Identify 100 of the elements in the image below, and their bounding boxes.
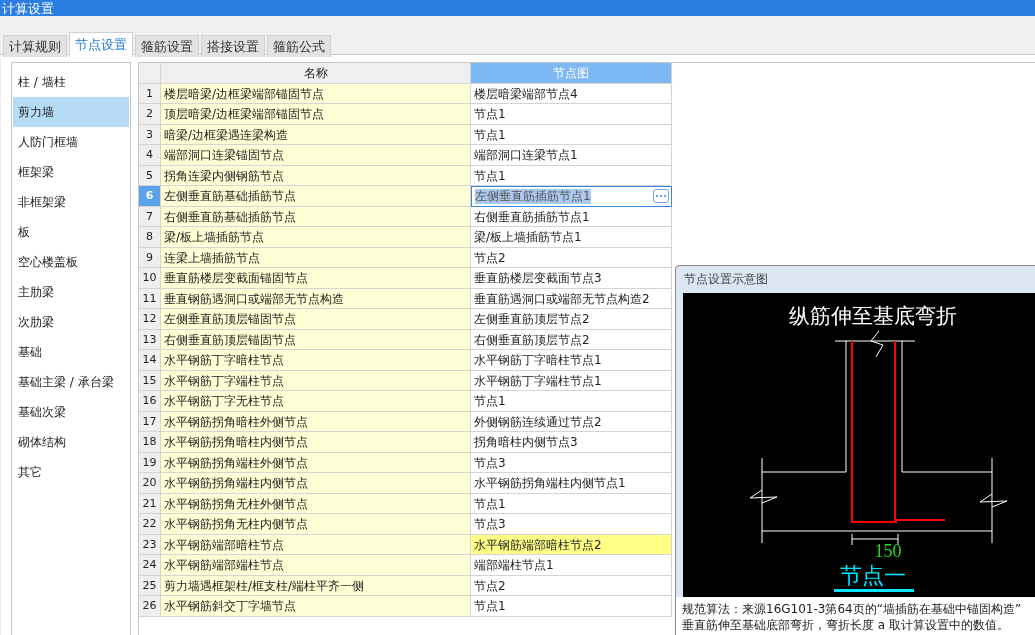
window-title: 计算设置: [2, 2, 54, 16]
tab[interactable]: 箍筋设置: [135, 35, 199, 57]
sidebar-item[interactable]: 人防门框墙: [13, 127, 129, 157]
table-cell[interactable]: 梁/板上墙插筋节点1: [471, 227, 672, 248]
row-number[interactable]: 11: [139, 288, 161, 309]
table-cell: 水平钢筋拐角端柱内侧节点: [161, 473, 471, 494]
row-number[interactable]: 19: [139, 452, 161, 473]
table-cell: 水平钢筋拐角无柱外侧节点: [161, 493, 471, 514]
node-select-field[interactable]: 左侧垂直筋插筋节点1: [471, 186, 672, 207]
table-cell[interactable]: 节点3: [471, 514, 672, 535]
dimension-label: 150: [874, 541, 902, 561]
row-number[interactable]: 7: [139, 206, 161, 227]
row-number[interactable]: 10: [139, 268, 161, 289]
sidebar-item[interactable]: 板: [13, 217, 129, 247]
row-number[interactable]: 18: [139, 432, 161, 453]
tab[interactable]: 搭接设置: [201, 35, 265, 57]
sidebar-item[interactable]: 其它: [13, 457, 129, 487]
tab[interactable]: 计算规则: [3, 35, 67, 57]
table-cell: 右侧垂直筋基础插筋节点: [161, 206, 471, 227]
more-icon[interactable]: [653, 189, 669, 204]
row-number[interactable]: 20: [139, 473, 161, 494]
table-cell[interactable]: 节点1: [471, 104, 672, 125]
table-cell[interactable]: 节点1: [471, 124, 672, 145]
table-cell: 左侧垂直筋顶层锚固节点: [161, 309, 471, 330]
table-cell[interactable]: 节点1: [471, 391, 672, 412]
sidebar-item[interactable]: 框架梁: [13, 157, 129, 187]
table-cell[interactable]: 右侧垂直筋插筋节点1: [471, 206, 672, 227]
row-number[interactable]: 9: [139, 247, 161, 268]
row-number[interactable]: 21: [139, 493, 161, 514]
table-cell: 端部洞口连梁锚固节点: [161, 145, 471, 166]
table-cell[interactable]: 节点2: [471, 247, 672, 268]
description-text: 规范算法：来源16G101-3第64页的“墙插筋在基础中锚固构造”: [682, 601, 1023, 617]
table-cell: 水平钢筋丁字无柱节点: [161, 391, 471, 412]
corner-cell: [139, 63, 161, 84]
table-cell: 剪力墙遇框架柱/框支柱/端柱平齐一侧: [161, 575, 471, 596]
row-number[interactable]: 14: [139, 350, 161, 371]
table-cell[interactable]: 节点1: [471, 493, 672, 514]
table-cell: 右侧垂直筋顶层锚固节点: [161, 329, 471, 350]
table-cell[interactable]: 左侧垂直筋顶层节点2: [471, 309, 672, 330]
table-cell: 水平钢筋拐角暗柱内侧节点: [161, 432, 471, 453]
row-number[interactable]: 1: [139, 83, 161, 104]
table-cell: 连梁上墙插筋节点: [161, 247, 471, 268]
table-cell[interactable]: 节点1: [471, 165, 672, 186]
tab[interactable]: 箍筋公式: [267, 35, 331, 57]
sidebar-item[interactable]: 基础: [13, 337, 129, 367]
sidebar-item[interactable]: 砌体结构: [13, 427, 129, 457]
table-cell[interactable]: 外侧钢筋连续通过节点2: [471, 411, 672, 432]
row-number[interactable]: 24: [139, 555, 161, 576]
row-number[interactable]: 23: [139, 534, 161, 555]
row-number[interactable]: 4: [139, 145, 161, 166]
tab[interactable]: 节点设置: [69, 32, 133, 57]
table-cell[interactable]: 节点3: [471, 452, 672, 473]
row-number[interactable]: 12: [139, 309, 161, 330]
row-number[interactable]: 2: [139, 104, 161, 125]
table-cell: 水平钢筋拐角暗柱外侧节点: [161, 411, 471, 432]
table-cell: 水平钢筋丁字暗柱节点: [161, 350, 471, 371]
table-cell[interactable]: 拐角暗柱内侧节点3: [471, 432, 672, 453]
sidebar-item[interactable]: 主肋梁: [13, 277, 129, 307]
description-text: 垂直筋伸至基础底部弯折，弯折长度 a 取计算设置中的数值。: [682, 617, 1010, 633]
sidebar-item[interactable]: 剪力墙: [13, 97, 129, 127]
row-number[interactable]: 3: [139, 124, 161, 145]
table-cell: 水平钢筋斜交丁字墙节点: [161, 596, 471, 617]
table-cell[interactable]: 水平钢筋端部暗柱节点2: [471, 534, 672, 555]
row-number[interactable]: 8: [139, 227, 161, 248]
table-cell[interactable]: 右侧垂直筋顶层节点2: [471, 329, 672, 350]
sidebar-item[interactable]: 非框架梁: [13, 187, 129, 217]
diagram-heading: 纵筋伸至基底弯折: [789, 304, 957, 328]
column-header[interactable]: 名称: [161, 63, 471, 84]
row-number[interactable]: 5: [139, 165, 161, 186]
table-cell: 顶层暗梁/边框梁端部锚固节点: [161, 104, 471, 125]
table-cell: 梁/板上墙插筋节点: [161, 227, 471, 248]
table-cell[interactable]: 端部端柱节点1: [471, 555, 672, 576]
table-cell: 水平钢筋丁字端柱节点: [161, 370, 471, 391]
sidebar-item[interactable]: 基础次梁: [13, 397, 129, 427]
row-number[interactable]: 22: [139, 514, 161, 535]
table-cell[interactable]: 垂直筋楼层变截面节点3: [471, 268, 672, 289]
table-cell: 垂直筋楼层变截面锚固节点: [161, 268, 471, 289]
row-number[interactable]: 15: [139, 370, 161, 391]
row-number[interactable]: 25: [139, 575, 161, 596]
sidebar-item[interactable]: 基础主梁 / 承台梁: [13, 367, 129, 397]
sidebar-item[interactable]: 柱 / 墙柱: [13, 67, 129, 97]
table-cell[interactable]: 节点1: [471, 596, 672, 617]
sidebar-item[interactable]: 空心楼盖板: [13, 247, 129, 277]
table-cell[interactable]: 楼层暗梁端部节点4: [471, 83, 672, 104]
table-cell: 暗梁/边框梁遇连梁构造: [161, 124, 471, 145]
table-cell[interactable]: 节点2: [471, 575, 672, 596]
row-number[interactable]: 17: [139, 411, 161, 432]
table-cell: 楼层暗梁/边框梁端部锚固节点: [161, 83, 471, 104]
row-number[interactable]: 26: [139, 596, 161, 617]
table-cell[interactable]: 垂直筋遇洞口或端部无节点构造2: [471, 288, 672, 309]
sidebar-item[interactable]: 次肋梁: [13, 307, 129, 337]
row-number[interactable]: 13: [139, 329, 161, 350]
table-cell[interactable]: 水平钢筋拐角端柱内侧节点1: [471, 473, 672, 494]
panel-title: 节点设置示意图: [683, 271, 769, 288]
row-number[interactable]: 16: [139, 391, 161, 412]
table-cell: 水平钢筋端部暗柱节点: [161, 534, 471, 555]
table-cell[interactable]: 水平钢筋丁字暗柱节点1: [471, 350, 672, 371]
table-cell[interactable]: 端部洞口连梁节点1: [471, 145, 672, 166]
table-cell: 垂直钢筋遇洞口或端部无节点构造: [161, 288, 471, 309]
table-cell[interactable]: 水平钢筋丁字端柱节点1: [471, 370, 672, 391]
